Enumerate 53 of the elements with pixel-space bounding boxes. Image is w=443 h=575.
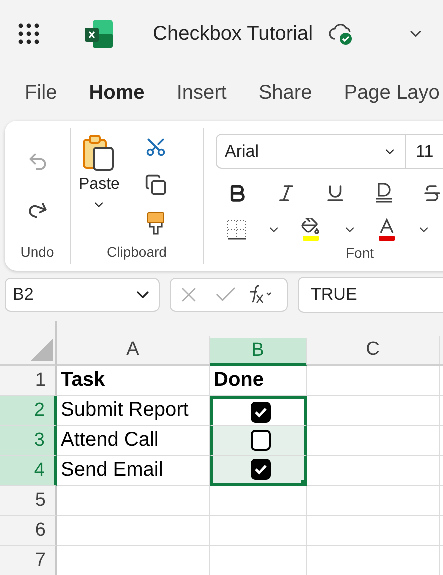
cell-text: Done — [214, 369, 264, 392]
group-label: Undo — [20, 244, 54, 262]
paste-button[interactable]: Paste — [71, 128, 128, 244]
cell-text: Submit Report — [61, 399, 189, 422]
checkbox[interactable] — [250, 430, 270, 451]
cell[interactable] — [307, 456, 440, 486]
checkbox[interactable] — [250, 459, 270, 480]
cell[interactable]: Task — [57, 366, 210, 396]
cell[interactable] — [307, 366, 440, 396]
ribbon-tab[interactable]: Home — [78, 76, 156, 110]
fill-handle[interactable] — [301, 480, 307, 486]
checkbox[interactable] — [250, 402, 270, 422]
cell[interactable] — [57, 486, 210, 516]
cell[interactable] — [307, 516, 440, 546]
cell[interactable] — [57, 516, 210, 546]
app-launcher-icon[interactable] — [18, 23, 40, 45]
cell[interactable] — [307, 486, 440, 516]
column-header[interactable]: B — [210, 338, 307, 366]
cell[interactable] — [307, 396, 440, 426]
cell[interactable]: Attend Call — [57, 426, 210, 456]
cell[interactable]: Done — [210, 366, 307, 396]
selected-cell[interactable] — [210, 456, 307, 486]
cell-text: Task — [61, 369, 106, 392]
spreadsheet-app-logo — [85, 20, 113, 48]
formula-input-field[interactable]: TRUE — [298, 277, 443, 313]
row-header[interactable]: 3 — [0, 426, 57, 456]
row-header[interactable]: 6 — [0, 516, 57, 546]
row-header[interactable]: 7 — [0, 546, 57, 575]
document-title: Checkbox Tutorial — [153, 22, 314, 46]
clipboard-icon — [82, 134, 116, 172]
row-header[interactable]: 4 — [0, 456, 57, 486]
cell[interactable]: Send Email — [57, 456, 210, 486]
ribbon-tab[interactable]: Insert — [166, 76, 238, 110]
cell-text: Attend Call — [61, 429, 159, 452]
selected-cell[interactable] — [210, 396, 307, 426]
row-header[interactable]: 5 — [0, 486, 57, 516]
group-label: Font — [346, 245, 374, 263]
cell[interactable] — [210, 516, 307, 546]
group-label: Clipboard — [107, 244, 167, 262]
row-header[interactable]: 1 — [0, 366, 57, 396]
ribbon-tab[interactable]: Page Layo — [333, 76, 443, 110]
corner-triangle-icon — [31, 339, 53, 361]
cell[interactable]: Submit Report — [57, 396, 210, 426]
ribbon-tab[interactable]: File — [14, 76, 68, 110]
selected-cell[interactable] — [210, 426, 307, 456]
cell[interactable] — [307, 426, 440, 456]
cell[interactable] — [210, 486, 307, 516]
cell-text: Send Email — [61, 459, 164, 482]
font-size-dropdown[interactable]: 11 — [406, 134, 443, 169]
row-header[interactable]: 2 — [0, 396, 57, 426]
font-name-dropdown[interactable]: Arial — [216, 134, 406, 169]
ribbon-tab[interactable]: Share — [248, 76, 324, 110]
name-box[interactable]: B2 — [5, 278, 160, 312]
